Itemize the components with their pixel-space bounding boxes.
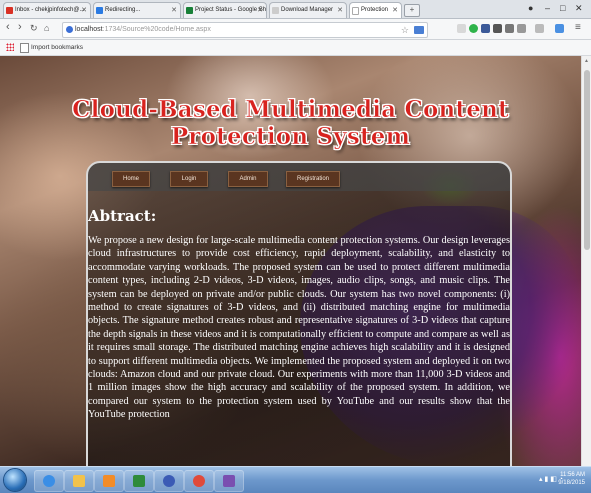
tab-label: Inbox - chekjpinfotech@... — [15, 7, 85, 13]
folder-icon — [73, 475, 85, 487]
nav-bar: Home Login Admin Registration — [88, 163, 510, 193]
close-icon[interactable]: ✕ — [392, 3, 398, 18]
abstract-text: We propose a new design for large-scale … — [88, 235, 510, 421]
browser-tab-strip: Inbox - chekjpinfotech@... ✕ Redirecting… — [0, 0, 591, 19]
visual-studio-icon — [223, 475, 235, 487]
taskbar-visual-studio[interactable] — [214, 470, 244, 492]
nav-admin[interactable]: Admin — [228, 171, 268, 187]
start-button[interactable] — [4, 469, 26, 491]
sheets-icon — [186, 7, 193, 14]
taskbar-media[interactable] — [94, 470, 124, 492]
import-bookmarks-link[interactable]: Import bookmarks — [31, 40, 83, 55]
clock-date: 9/18/2015 — [558, 480, 585, 486]
url-host: localhost — [75, 26, 103, 33]
minimize-button[interactable]: – — [545, 3, 550, 13]
tab-label: Redirecting... — [105, 7, 141, 13]
close-icon[interactable]: ✕ — [81, 3, 87, 18]
close-icon[interactable]: ✕ — [171, 3, 177, 18]
page-icon — [272, 7, 279, 14]
gmail-icon — [6, 7, 13, 14]
taskbar-ie[interactable] — [34, 470, 64, 492]
tab-protection[interactable]: Protection ✕ — [349, 2, 402, 18]
tab-label: Protection — [361, 7, 389, 13]
taskbar-clock[interactable]: 11:56 AM 9/18/2015 — [558, 471, 585, 487]
tab-redirecting[interactable]: Redirecting... ✕ — [93, 2, 181, 18]
chrome-icon — [193, 475, 205, 487]
taskbar-explorer[interactable] — [64, 470, 94, 492]
taskbar: ▴ ▮ ◧ ◔ 11:56 AM 9/18/2015 — [0, 466, 591, 493]
url-path: :1734/Source%20code/Home.aspx — [102, 26, 211, 33]
back-icon[interactable]: ‹ — [6, 21, 10, 33]
bookmark-page-icon — [20, 43, 29, 53]
nav-home[interactable]: Home — [112, 171, 150, 187]
search-icon[interactable] — [457, 24, 466, 33]
new-tab-button[interactable]: + — [404, 4, 420, 17]
scroll-up-icon[interactable]: ▲ — [584, 58, 589, 64]
facebook-icon[interactable] — [481, 24, 490, 33]
reload-icon[interactable]: ↻ — [30, 23, 38, 34]
tab-label: Project Status - Google Sh — [195, 7, 267, 13]
address-bar[interactable]: localhost:1734/Source%20code/Home.aspx ☆ — [62, 22, 428, 38]
extension-icon[interactable] — [517, 24, 526, 33]
close-icon[interactable]: ✕ — [257, 3, 263, 18]
media-player-icon — [103, 475, 115, 487]
extension-icon[interactable] — [535, 24, 544, 33]
nav-login[interactable]: Login — [170, 171, 208, 187]
site-title: Cloud-Based Multimedia Content Protectio… — [72, 96, 509, 151]
abstract-heading: Abtract: — [88, 207, 157, 225]
maximize-button[interactable]: □ — [560, 3, 565, 13]
scrollbar-thumb[interactable] — [584, 70, 590, 250]
taskbar-infinity[interactable] — [154, 470, 184, 492]
home-icon[interactable]: ⌂ — [44, 23, 49, 33]
nav-registration[interactable]: Registration — [286, 171, 340, 187]
ie-icon — [43, 475, 55, 487]
close-icon[interactable]: ✕ — [337, 3, 343, 18]
user-icon[interactable]: ● — [528, 3, 533, 13]
content-panel: Home Login Admin Registration Abtract: W… — [86, 161, 512, 466]
url-text: localhost:1734/Source%20code/Home.aspx — [75, 23, 211, 37]
page-icon — [352, 7, 359, 15]
web-page: Cloud-Based Multimedia Content Protectio… — [0, 56, 581, 466]
page-scrollbar[interactable]: ▲ — [581, 56, 591, 466]
extension-green-icon[interactable] — [469, 24, 478, 33]
bookmark-star-icon[interactable]: ☆ — [401, 23, 409, 37]
browser-toolbar: ‹ › ↻ ⌂ localhost:1734/Source%20code/Hom… — [0, 19, 591, 40]
close-window-button[interactable]: ✕ — [575, 3, 583, 14]
taskbar-excel[interactable] — [124, 470, 154, 492]
extension-icon[interactable] — [505, 24, 514, 33]
tab-inbox[interactable]: Inbox - chekjpinfotech@... ✕ — [3, 2, 91, 18]
taskbar-chrome[interactable] — [184, 470, 214, 492]
site-info-icon[interactable] — [66, 26, 73, 33]
bookmarks-bar: Import bookmarks — [0, 40, 591, 56]
extension-icon[interactable] — [493, 24, 502, 33]
excel-icon — [133, 475, 145, 487]
infinity-icon — [163, 475, 175, 487]
clock-time: 11:56 AM — [560, 472, 585, 478]
page-icon — [96, 7, 103, 14]
tab-label: Download Manager — [281, 7, 334, 13]
menu-icon[interactable]: ≡ — [575, 22, 581, 33]
extension-icon[interactable] — [414, 26, 424, 34]
apps-icon[interactable] — [6, 43, 14, 51]
tab-download-manager[interactable]: Download Manager ✕ — [269, 2, 347, 18]
tab-project-status[interactable]: Project Status - Google Sh ✕ — [183, 2, 267, 18]
download-icon[interactable] — [555, 24, 564, 33]
forward-icon[interactable]: › — [18, 21, 22, 33]
